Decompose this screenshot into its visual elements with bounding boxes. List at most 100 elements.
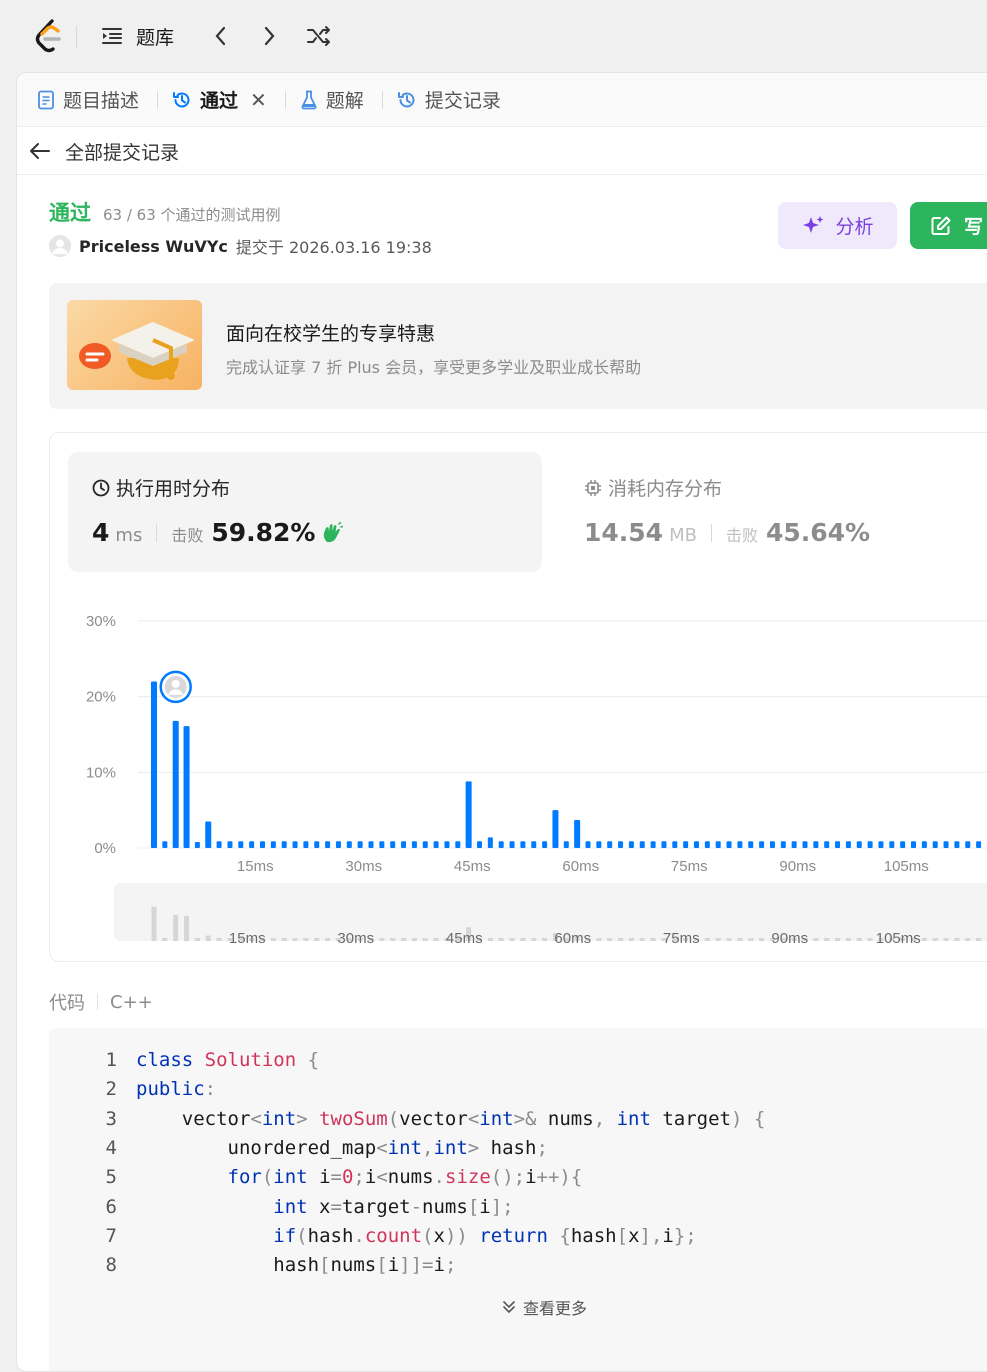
analyze-button[interactable]: 分析	[778, 202, 897, 249]
chart-bar[interactable]	[661, 841, 666, 848]
chart-bar[interactable]	[965, 841, 970, 848]
chart-bar[interactable]	[803, 841, 808, 848]
leetcode-logo-icon[interactable]	[32, 18, 66, 54]
problem-bank-button[interactable]: 题库	[100, 22, 174, 50]
chart-bar[interactable]	[933, 841, 938, 848]
chart-bar[interactable]	[542, 841, 547, 848]
chart-bar[interactable]	[369, 841, 374, 848]
chart-bar[interactable]	[737, 841, 742, 848]
chart-bar[interactable]	[195, 842, 200, 848]
chart-bar[interactable]	[607, 841, 612, 848]
chart-bar[interactable]	[694, 841, 699, 848]
chart-bar[interactable]	[477, 841, 482, 848]
chart-bar[interactable]	[954, 841, 959, 848]
chart-bar[interactable]	[455, 841, 460, 848]
chart-bar[interactable]	[347, 841, 352, 848]
student-promo-banner[interactable]: 面向在校学生的专享特惠 完成认证享 7 折 Plus 会员，享受更多学业及职业成…	[49, 283, 987, 409]
chart-bar[interactable]	[466, 781, 472, 848]
show-more-button[interactable]: 查看更多	[501, 1295, 587, 1319]
chart-bar[interactable]	[748, 841, 753, 848]
chart-bar[interactable]	[238, 841, 243, 848]
chart-bar[interactable]	[781, 841, 786, 848]
back-to-all-submissions[interactable]: 全部提交记录	[29, 135, 179, 167]
chart-bar[interactable]	[336, 841, 341, 848]
chart-bar[interactable]	[629, 841, 634, 848]
chart-bar[interactable]	[574, 820, 580, 848]
chart-bar[interactable]	[358, 841, 363, 848]
chart-bar[interactable]	[759, 841, 764, 848]
next-problem-button[interactable]	[256, 22, 284, 50]
chart-bar[interactable]	[510, 841, 515, 848]
chart-bar[interactable]	[889, 841, 894, 848]
chart-bar[interactable]	[412, 841, 417, 848]
chart-bar[interactable]	[434, 841, 439, 848]
chart-bar[interactable]	[586, 841, 591, 848]
chart-bar[interactable]	[162, 841, 167, 848]
tab-submissions[interactable]: 提交记录	[395, 80, 503, 120]
chart-bar[interactable]	[716, 841, 721, 848]
chart-bar[interactable]	[379, 841, 384, 848]
avatar[interactable]	[49, 235, 71, 257]
chart-bar[interactable]	[303, 841, 308, 848]
chart-bar[interactable]	[260, 841, 265, 848]
close-icon[interactable]: ✕	[250, 88, 267, 112]
chart-bar[interactable]	[651, 841, 656, 848]
chart-bar[interactable]	[792, 841, 797, 848]
chart-bar[interactable]	[552, 810, 558, 848]
chart-bar[interactable]	[900, 841, 905, 848]
chart-bar[interactable]	[683, 841, 688, 848]
chart-bar[interactable]	[499, 841, 504, 848]
chart-bar[interactable]	[596, 841, 601, 848]
chart-bar[interactable]	[184, 726, 190, 848]
chart-bar[interactable]	[488, 837, 493, 848]
memory-card[interactable]: 消耗内存分布 14.54 MB 击败 45.64%	[584, 452, 987, 572]
chart-bar[interactable]	[835, 841, 840, 848]
chart-bar[interactable]	[293, 841, 298, 848]
chart-bar[interactable]	[401, 841, 406, 848]
chart-bar[interactable]	[173, 721, 179, 848]
chart-bar[interactable]	[423, 841, 428, 848]
chart-bar[interactable]	[868, 841, 873, 848]
runtime-distribution-chart[interactable]: 30%20%10%0%15ms30ms45ms60ms75ms90ms105ms…	[50, 583, 987, 963]
chart-bar[interactable]	[314, 841, 319, 848]
chart-bar[interactable]	[878, 841, 883, 848]
chart-bar[interactable]	[944, 841, 949, 848]
chart-bar[interactable]	[217, 841, 222, 848]
chart-bar[interactable]	[531, 841, 536, 848]
chart-bar[interactable]	[813, 841, 818, 848]
chart-bar[interactable]	[390, 841, 395, 848]
runtime-card[interactable]: 执行用时分布 4 ms 击败 59.82%	[68, 452, 542, 572]
tab-description[interactable]: 题目描述	[35, 80, 141, 120]
tab-solutions[interactable]: 题解	[298, 80, 366, 120]
code-block[interactable]: 1class Solution { 2public: 3 vector<int>…	[49, 1028, 987, 1372]
previous-problem-button[interactable]	[206, 22, 234, 50]
chart-bar[interactable]	[205, 822, 211, 848]
username[interactable]: Priceless WuVYc	[79, 237, 228, 256]
chart-bar[interactable]	[249, 841, 254, 848]
tab-accepted[interactable]: 通过 ✕	[170, 80, 269, 120]
write-solution-button[interactable]: 写	[910, 202, 987, 249]
chart-bar[interactable]	[520, 841, 525, 848]
x-tick-label: 15ms	[237, 858, 274, 875]
chart-bar[interactable]	[976, 841, 981, 848]
chart-bar[interactable]	[618, 841, 623, 848]
chart-bar[interactable]	[911, 841, 916, 848]
chart-bar[interactable]	[727, 841, 732, 848]
chart-bar[interactable]	[824, 841, 829, 848]
chart-bar[interactable]	[672, 841, 677, 848]
chart-bar[interactable]	[271, 841, 276, 848]
chart-bar[interactable]	[705, 841, 710, 848]
chart-bar[interactable]	[922, 841, 927, 848]
random-problem-button[interactable]	[305, 22, 333, 50]
top-navigation-bar: 题库	[0, 0, 987, 72]
chart-bar[interactable]	[857, 841, 862, 848]
chart-bar[interactable]	[227, 841, 232, 848]
chart-bar[interactable]	[325, 841, 330, 848]
chart-bar[interactable]	[564, 841, 569, 848]
chart-bar[interactable]	[770, 841, 775, 848]
chart-bar[interactable]	[846, 841, 851, 848]
chart-bar[interactable]	[640, 841, 645, 848]
chart-bar[interactable]	[444, 841, 449, 848]
chart-bar[interactable]	[282, 841, 287, 848]
chart-bar[interactable]	[151, 682, 157, 848]
